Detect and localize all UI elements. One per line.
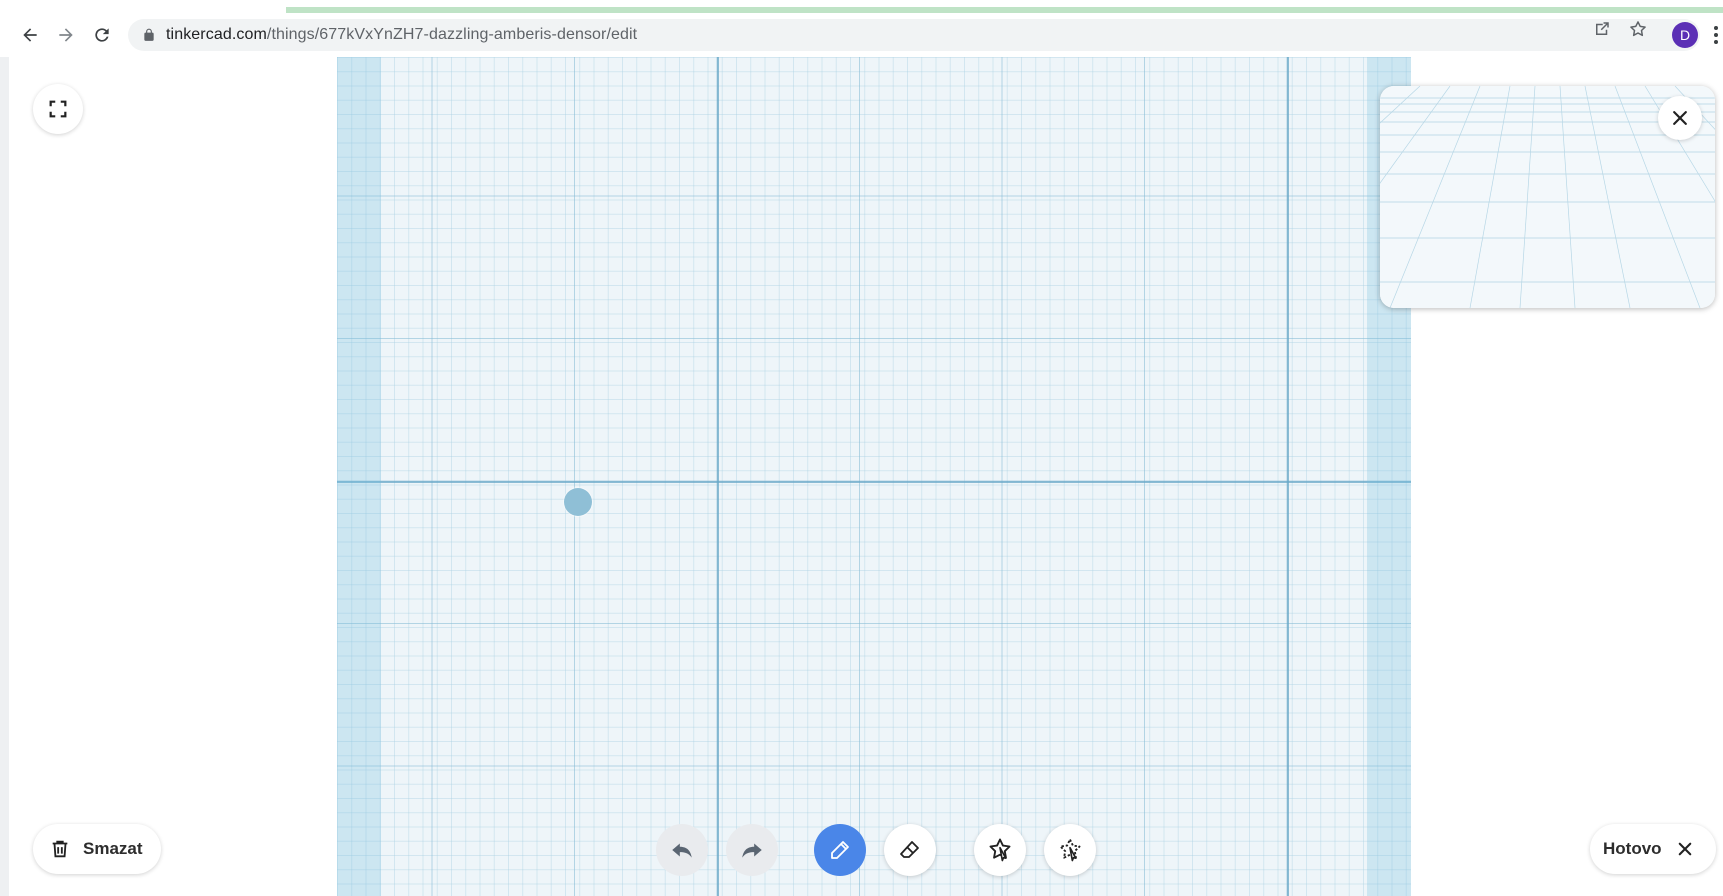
pencil-tool-button[interactable] (814, 824, 866, 876)
close-icon (1678, 842, 1691, 856)
delete-label: Smazat (83, 839, 143, 858)
bookmark-star-icon[interactable] (1628, 19, 1648, 39)
shape-deselect-icon (1059, 838, 1081, 862)
url-path: /things/677kVxYnZH7-dazzling-amberis-den… (266, 26, 638, 43)
reload-button[interactable] (90, 23, 114, 47)
done-label: Hotovo (1603, 839, 1662, 858)
close-preview-button[interactable] (1658, 96, 1702, 140)
delete-button[interactable]: Smazat (33, 824, 161, 874)
shape-select-icon (989, 838, 1011, 862)
fullscreen-icon (49, 100, 67, 118)
window-edge (0, 57, 9, 896)
undo-icon (672, 843, 692, 858)
browser-menu-icon[interactable] (1712, 23, 1720, 47)
canvas-margin-left (337, 57, 381, 896)
redo-icon (742, 843, 762, 858)
eraser-tool-button[interactable] (884, 824, 936, 876)
eraser-icon (900, 841, 919, 858)
reload-icon (95, 28, 109, 42)
forward-button[interactable] (54, 23, 78, 47)
arrow-right-icon (59, 28, 73, 42)
drawing-canvas[interactable] (337, 57, 1411, 896)
shape-deselect-tool-button[interactable] (1044, 824, 1096, 876)
drawn-point[interactable] (564, 488, 592, 516)
drawing-toolbar (656, 824, 1096, 876)
profile-avatar[interactable]: D (1672, 22, 1698, 48)
fullscreen-button[interactable] (33, 84, 83, 134)
pencil-icon (831, 841, 849, 859)
browser-toolbar: tinkercad.com/things/677kVxYnZH7-dazzlin… (0, 13, 1723, 57)
lock-icon (142, 28, 156, 42)
url-text: tinkercad.com/things/677kVxYnZH7-dazzlin… (166, 26, 637, 44)
url-host: tinkercad.com (166, 26, 267, 43)
trash-icon (49, 838, 71, 860)
share-icon[interactable] (1592, 19, 1612, 39)
done-button[interactable]: Hotovo (1590, 824, 1716, 874)
shape-select-tool-button[interactable] (974, 824, 1026, 876)
redo-button[interactable] (726, 824, 778, 876)
address-bar[interactable]: tinkercad.com/things/677kVxYnZH7-dazzlin… (128, 19, 1700, 51)
arrow-left-icon (23, 28, 37, 42)
close-icon (1673, 111, 1687, 125)
back-button[interactable] (18, 23, 42, 47)
undo-button[interactable] (656, 824, 708, 876)
